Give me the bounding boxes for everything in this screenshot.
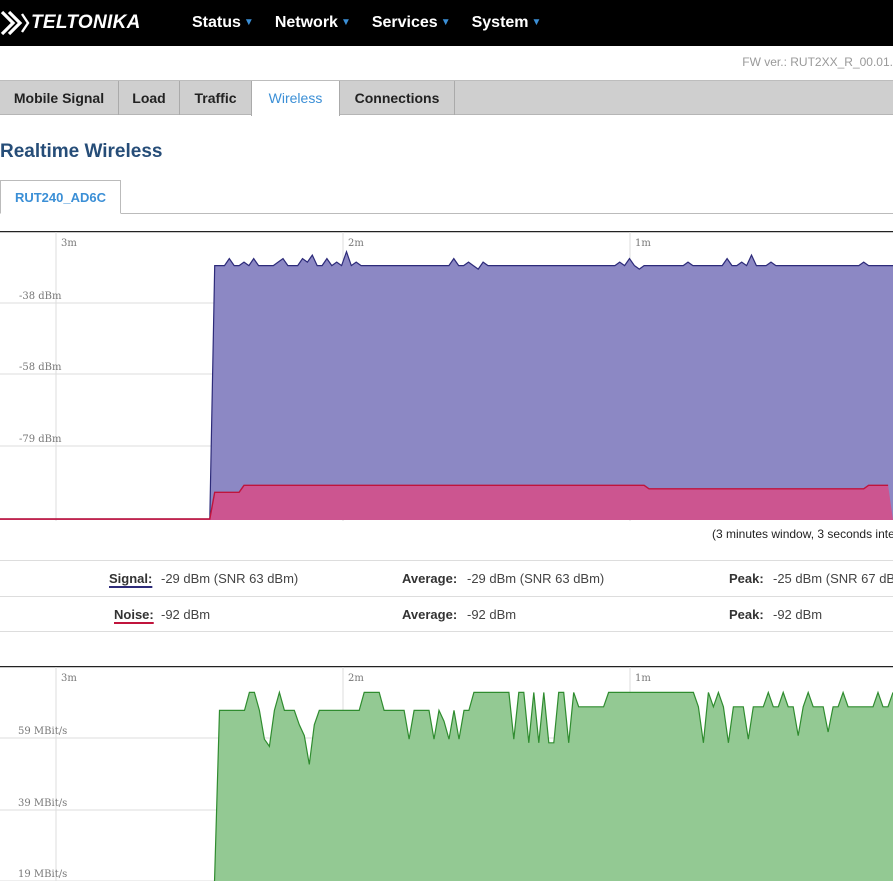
nav-services[interactable]: Services ▼ [372, 14, 451, 32]
chart-window-note: (3 minutes window, 3 seconds inte [712, 527, 893, 541]
brand-name: TELTONIKA [31, 12, 141, 33]
signal-value: -29 dBm (SNR 63 dBm) [161, 571, 299, 586]
nav-network-label: Network [274, 14, 338, 31]
value-tick-label: 19 MBit/s [18, 869, 67, 880]
value-tick-label: 39 MBit/s [18, 798, 67, 809]
noise-peak-label: Peak: [729, 607, 764, 622]
signal-peak-value: -25 dBm (SNR 67 dBm [773, 571, 893, 586]
tab-mobile-signal[interactable]: Mobile Signal [0, 81, 119, 115]
tab-connections[interactable]: Connections [340, 81, 455, 115]
dropdown-arrow-icon: ▼ [531, 17, 542, 28]
value-tick-label: 59 MBit/s [18, 726, 67, 737]
signal-avg-value: -29 dBm (SNR 63 dBm) [467, 571, 605, 586]
nav-system-label: System [471, 14, 529, 31]
time-tick-label: 3m [61, 238, 77, 249]
nav-status[interactable]: Status ▼ [192, 14, 254, 32]
tab-wireless[interactable]: Wireless [251, 81, 340, 116]
signal-peak-label: Peak: [729, 571, 764, 586]
time-tick-label: 2m [348, 238, 364, 249]
nav-system[interactable]: System ▼ [472, 14, 542, 32]
nav-services-label: Services [371, 14, 438, 31]
page-title: Realtime Wireless [0, 141, 163, 162]
signal-chart: 3m 2m 1m -38 dBm -58 dBm -79 dBm [0, 231, 893, 521]
nav-status-label: Status [192, 14, 241, 31]
noise-avg-value: -92 dBm [467, 607, 517, 622]
value-tick-label: -58 dBm [19, 362, 62, 373]
fw-value: RUT2XX_R_00.01. [790, 55, 893, 69]
time-tick-label: 2m [348, 673, 364, 684]
dropdown-arrow-icon: ▼ [440, 17, 451, 28]
signal-avg-label: Average: [402, 571, 458, 586]
signal-label: Signal: [109, 571, 153, 586]
tab-load[interactable]: Load [119, 81, 180, 115]
noise-peak-value: -92 dBm [773, 607, 823, 622]
dropdown-arrow-icon: ▼ [340, 17, 351, 28]
tab-traffic[interactable]: Traffic [180, 81, 252, 115]
top-header: TELTONIKA Status ▼ Network ▼ Services ▼ Sys… [0, 0, 893, 46]
time-tick-label: 1m [635, 673, 651, 684]
noise-label: Noise: [114, 607, 154, 622]
noise-value: -92 dBm [161, 607, 211, 622]
stat-row-noise: Noise: -92 dBm Average: -92 dBm Peak: -9… [0, 596, 893, 632]
value-tick-label: -79 dBm [19, 434, 62, 445]
firmware-version: FW ver.: RUT2XX_R_00.01. [742, 55, 893, 69]
value-tick-label: -38 dBm [19, 291, 62, 302]
time-tick-label: 1m [635, 238, 651, 249]
nav-network[interactable]: Network ▼ [275, 14, 351, 32]
iface-tab-divider [0, 213, 893, 214]
noise-avg-label: Average: [402, 607, 458, 622]
brand-logo[interactable]: TELTONIKA [0, 9, 141, 37]
stat-row-signal: Signal: -29 dBm (SNR 63 dBm) Average: -2… [0, 560, 893, 596]
signal-chart-svg: 3m 2m 1m -38 dBm -58 dBm -79 dBm [0, 231, 893, 521]
status-tabs: Mobile Signal Load Traffic Wireless Conn… [0, 80, 893, 116]
fw-label: FW ver.: [742, 55, 787, 69]
rate-chart-svg: 3m 2m 1m 59 MBit/s 39 MBit/s 19 MBit/s [0, 666, 893, 881]
rate-series-area [214, 692, 893, 881]
noise-series-area [0, 485, 893, 520]
dropdown-arrow-icon: ▼ [243, 17, 254, 28]
main-nav: Status ▼ Network ▼ Services ▼ System ▼ [192, 0, 562, 46]
rate-chart: 3m 2m 1m 59 MBit/s 39 MBit/s 19 MBit/s [0, 666, 893, 881]
signal-series-area [0, 251, 893, 520]
teltonika-logo-icon [0, 10, 30, 36]
tab-interface[interactable]: RUT240_AD6C [0, 180, 121, 214]
time-tick-label: 3m [61, 673, 77, 684]
